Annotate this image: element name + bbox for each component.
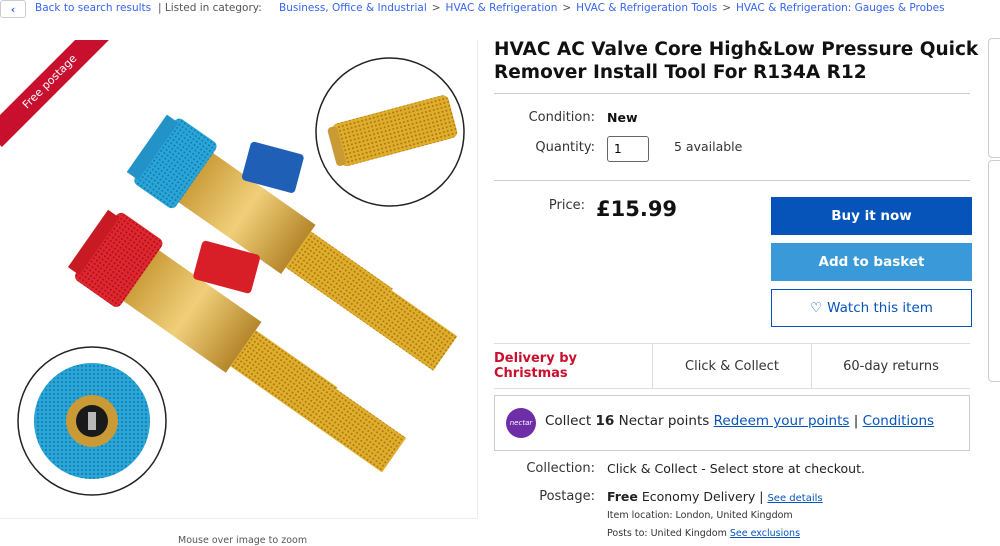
zoom-hint: Mouse over image to zoom bbox=[178, 535, 308, 546]
postage-method: Economy Delivery | bbox=[641, 489, 764, 504]
crumb-gauges[interactable]: HVAC & Refrigeration: Gauges & Probes bbox=[736, 2, 945, 14]
collection-label: Collection: bbox=[526, 461, 595, 476]
back-to-search-link[interactable]: Back to search results bbox=[35, 2, 151, 14]
nectar-logo-icon: nectar bbox=[506, 408, 536, 438]
buy-it-now-button[interactable]: Buy it now bbox=[771, 197, 972, 235]
nectar-panel: nectar Collect 16 Nectar points Redeem y… bbox=[494, 395, 970, 451]
redeem-points-link[interactable]: Redeem your points bbox=[714, 413, 850, 429]
crumb-hvac[interactable]: HVAC & Refrigeration bbox=[446, 2, 558, 14]
conditions-link[interactable]: Conditions bbox=[863, 413, 934, 429]
item-title: HVAC AC Valve Core High&Low Pressure Qui… bbox=[494, 39, 979, 83]
postage-value: Free Economy Delivery | See details bbox=[607, 489, 823, 504]
posts-to-text: Posts to: United Kingdom bbox=[607, 528, 727, 539]
item-location: Item location: London, United Kingdom bbox=[607, 510, 793, 521]
promo-row: Delivery by Christmas Click & Collect 60… bbox=[494, 343, 970, 389]
breadcrumb: ‹ Back to search results | Listed in cat… bbox=[0, 0, 1000, 18]
watch-label: Watch this item bbox=[827, 300, 933, 316]
postage-label: Postage: bbox=[539, 489, 595, 504]
quantity-input[interactable] bbox=[607, 136, 649, 162]
nectar-points: 16 bbox=[595, 413, 615, 429]
postage-free: Free bbox=[607, 489, 638, 504]
category-crumbs: Business, Office & Industrial > HVAC & Ref… bbox=[279, 2, 945, 14]
nectar-pre: Collect bbox=[545, 413, 592, 429]
product-image[interactable]: Free postage bbox=[0, 40, 478, 519]
side-panel-edge bbox=[988, 160, 1000, 382]
posts-to: Posts to: United Kingdom See exclusions bbox=[607, 528, 800, 539]
crumb-business[interactable]: Business, Office & Industrial bbox=[279, 2, 427, 14]
condition-label: Condition: bbox=[528, 110, 595, 125]
price-value: £15.99 bbox=[596, 197, 678, 221]
listed-in-label: | Listed in category: bbox=[158, 2, 262, 14]
promo-returns: 60-day returns bbox=[843, 358, 939, 374]
promo-delivery-christmas: Delivery by Christmas bbox=[494, 344, 653, 388]
promo-click-collect: Click & Collect bbox=[653, 344, 812, 388]
quantity-label: Quantity: bbox=[535, 140, 595, 155]
nectar-sep: | bbox=[853, 413, 859, 429]
condition-value: New bbox=[607, 110, 638, 125]
watch-item-button[interactable]: ♡ Watch this item bbox=[771, 289, 972, 327]
divider bbox=[494, 180, 970, 181]
chevron-left-icon[interactable]: ‹ bbox=[0, 0, 26, 18]
collection-value: Click & Collect - Select store at checko… bbox=[607, 461, 865, 476]
side-panel-edge bbox=[988, 38, 1000, 158]
nectar-text: Collect 16 Nectar points Redeem your poi… bbox=[545, 413, 934, 429]
heart-icon: ♡ bbox=[810, 300, 823, 316]
crumb-hvac-tools[interactable]: HVAC & Refrigeration Tools bbox=[576, 2, 717, 14]
available-count: 5 available bbox=[674, 139, 743, 154]
price-label: Price: bbox=[548, 198, 585, 213]
see-exclusions-link[interactable]: See exclusions bbox=[730, 528, 800, 539]
valve-tool-illustration bbox=[17, 57, 465, 496]
divider bbox=[494, 93, 970, 94]
add-to-basket-button[interactable]: Add to basket bbox=[771, 243, 972, 281]
nectar-post: Nectar points bbox=[618, 413, 710, 429]
see-details-link[interactable]: See details bbox=[767, 493, 822, 504]
